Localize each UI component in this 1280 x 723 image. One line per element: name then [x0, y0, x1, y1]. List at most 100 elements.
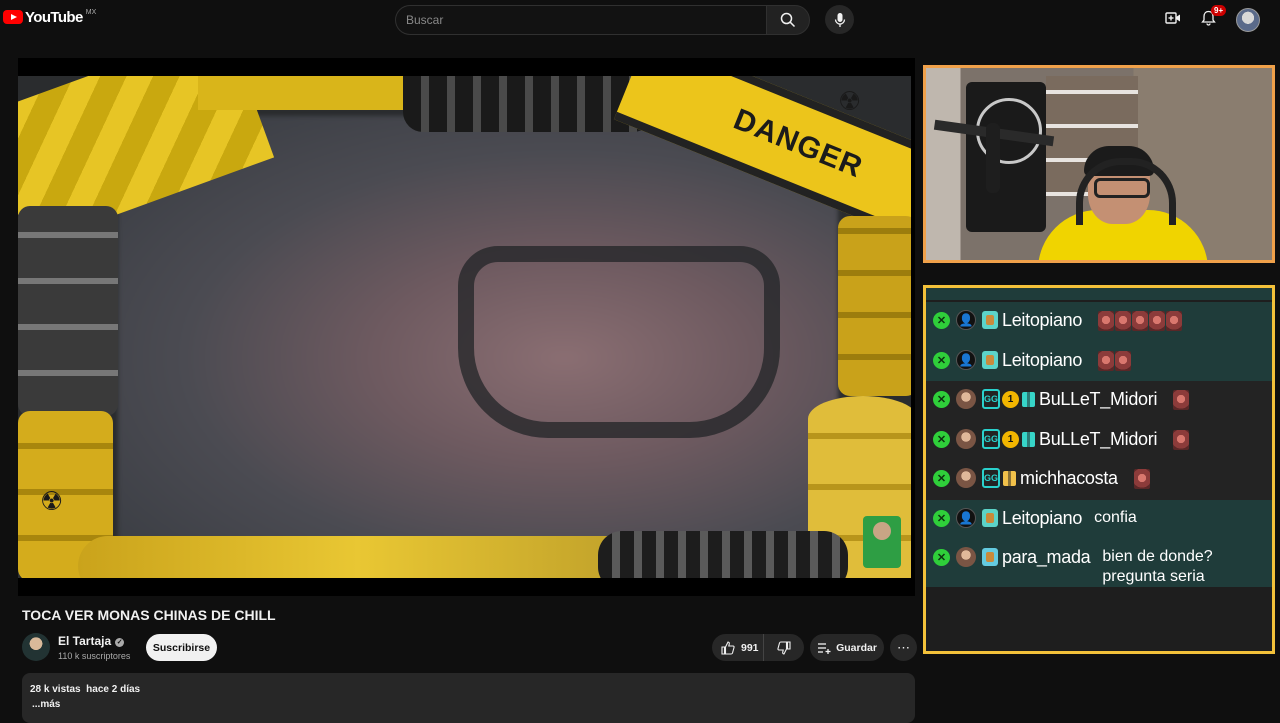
chat-emotes: [1173, 390, 1190, 410]
barrel-bottom-gray: [598, 531, 848, 578]
search-icon: [780, 12, 796, 28]
moderator-badge-icon: ✕: [933, 509, 950, 527]
chat-avatar[interactable]: [956, 389, 976, 409]
region-code: MX: [85, 9, 97, 16]
show-more-link[interactable]: ...más: [32, 699, 60, 710]
chat-username[interactable]: Leitopiano: [1002, 508, 1082, 529]
gift-badge-icon: [1022, 431, 1035, 447]
account-avatar[interactable]: [1236, 8, 1260, 32]
chat-message: ✕ GG 1 BuLLeT_Midori: [926, 420, 1272, 460]
video-frame[interactable]: DANGER ☢ ☢: [18, 76, 911, 578]
moderator-badge-icon: ✕: [933, 549, 950, 566]
gift-badge-icon: [1022, 392, 1035, 407]
create-button[interactable]: [1165, 11, 1181, 30]
notifications-button[interactable]: 9+: [1201, 4, 1227, 31]
barrel-bottom-yellow: [78, 536, 638, 578]
chat-message: ✕ GG 1 BuLLeT_Midori: [926, 381, 1272, 421]
chat-message-text: confia: [1094, 508, 1137, 526]
chat-previous-message: [926, 288, 1272, 300]
streamer-glasses: [1094, 178, 1150, 198]
chat-emotes: [1173, 429, 1190, 450]
streamer: [1038, 146, 1208, 260]
emote-icon: [1173, 390, 1190, 410]
voice-search-button[interactable]: [825, 5, 854, 34]
emote-icon: [1098, 311, 1115, 331]
emote-icon: [1115, 350, 1132, 371]
like-count: 991: [741, 641, 759, 654]
chat-avatar[interactable]: 👤: [956, 310, 976, 330]
overlay-mini-avatar: [863, 516, 901, 568]
chat-message: ✕ para_mada bien de donde? pregunta seria: [926, 539, 1272, 587]
save-label: Guardar: [836, 641, 877, 654]
gg-badge-icon: GG: [982, 428, 1000, 449]
moderator-badge-icon: ✕: [933, 470, 950, 487]
emote-icon: [1149, 311, 1166, 331]
chat-avatar[interactable]: [956, 468, 976, 488]
notifications-badge: 9+: [1211, 4, 1227, 16]
chat-username[interactable]: BuLLeT_Midori: [1039, 429, 1157, 450]
chat-avatar[interactable]: 👤: [956, 507, 976, 528]
channel-avatar[interactable]: [22, 633, 50, 661]
like-dislike-group: 991: [712, 634, 804, 661]
chat-username[interactable]: michhacosta: [1020, 468, 1118, 489]
barrel-right-yellow: [838, 216, 911, 396]
like-button[interactable]: 991: [712, 634, 764, 661]
subscribe-button[interactable]: Suscribirse: [146, 634, 217, 661]
chat-emotes: [1133, 469, 1151, 489]
chat-message: ✕ 👤 Leitopiano: [926, 302, 1272, 342]
video-title: TOCA VER MONAS CHINAS DE CHILL: [22, 607, 276, 623]
search-input[interactable]: [395, 5, 766, 35]
moderator-badge-icon: ✕: [933, 391, 950, 408]
chat-username[interactable]: para_mada: [1002, 547, 1091, 568]
radiation-icon: ☢: [40, 486, 64, 516]
webcam-overlay: [923, 65, 1275, 263]
video-glasses: [458, 246, 780, 438]
microphone-icon: [834, 12, 845, 27]
chat-message: ✕ GG michhacosta: [926, 460, 1272, 500]
more-actions-button[interactable]: ⋯: [890, 634, 917, 661]
save-button[interactable]: Guardar: [810, 634, 884, 661]
moderator-badge-icon: ✕: [933, 351, 950, 369]
channel-name-row[interactable]: El Tartaja ✓: [58, 634, 125, 648]
emote-icon: [1115, 311, 1132, 331]
chat-avatar[interactable]: 👤: [956, 349, 976, 370]
barrel-left-gray: [18, 206, 118, 416]
thumbs-down-icon: [777, 640, 791, 655]
chat-emotes: [1098, 311, 1183, 331]
bits-badge-icon: 1: [1002, 430, 1019, 448]
channel-name[interactable]: El Tartaja: [58, 634, 111, 648]
chat-avatar[interactable]: [956, 547, 976, 567]
subscriber-badge-icon: [982, 350, 998, 369]
subscriber-badge-icon: [982, 311, 998, 329]
description-box[interactable]: 28 k vistas hace 2 días ...más: [22, 673, 915, 723]
radiation-icon: ☢: [838, 86, 862, 116]
top-bar: YouTube MX Buscar 9+: [0, 0, 1280, 40]
chat-message-text: bien de donde? pregunta seria: [1102, 548, 1213, 585]
chat-avatar[interactable]: [956, 428, 976, 449]
save-playlist-icon: [818, 642, 831, 654]
webcam-poster: [966, 82, 1046, 232]
chat-username[interactable]: BuLLeT_Midori: [1039, 389, 1157, 410]
create-video-icon: [1165, 11, 1180, 24]
search-bar: [395, 5, 810, 35]
microphone: [986, 123, 1000, 193]
chat-message: ✕ 👤 Leitopiano confia: [926, 499, 1272, 539]
emote-icon: [1173, 429, 1190, 450]
barrel-top: [403, 76, 653, 132]
view-count: 28 k vistas: [30, 684, 81, 695]
brand-name: YouTube: [25, 9, 83, 26]
youtube-logo[interactable]: YouTube MX: [3, 9, 97, 26]
dislike-button[interactable]: [764, 634, 804, 661]
moderator-badge-icon: ✕: [933, 430, 950, 448]
moderator-badge-icon: ✕: [933, 312, 950, 329]
chat-message: ✕ 👤 Leitopiano: [926, 341, 1272, 381]
chat-username[interactable]: Leitopiano: [1002, 310, 1082, 331]
gg-badge-icon: GG: [982, 468, 1000, 488]
chat-username[interactable]: Leitopiano: [1002, 350, 1082, 371]
video-player[interactable]: DANGER ☢ ☢: [18, 58, 915, 596]
chat-overlay: ✕ 👤 Leitopiano ✕ 👤 Leitopiano ✕ GG 1 BuLLeT_Midor…: [923, 285, 1275, 654]
verified-icon: ✓: [115, 638, 125, 647]
youtube-play-icon: [3, 10, 23, 24]
emote-icon: [1132, 311, 1149, 331]
search-button[interactable]: [766, 5, 810, 35]
